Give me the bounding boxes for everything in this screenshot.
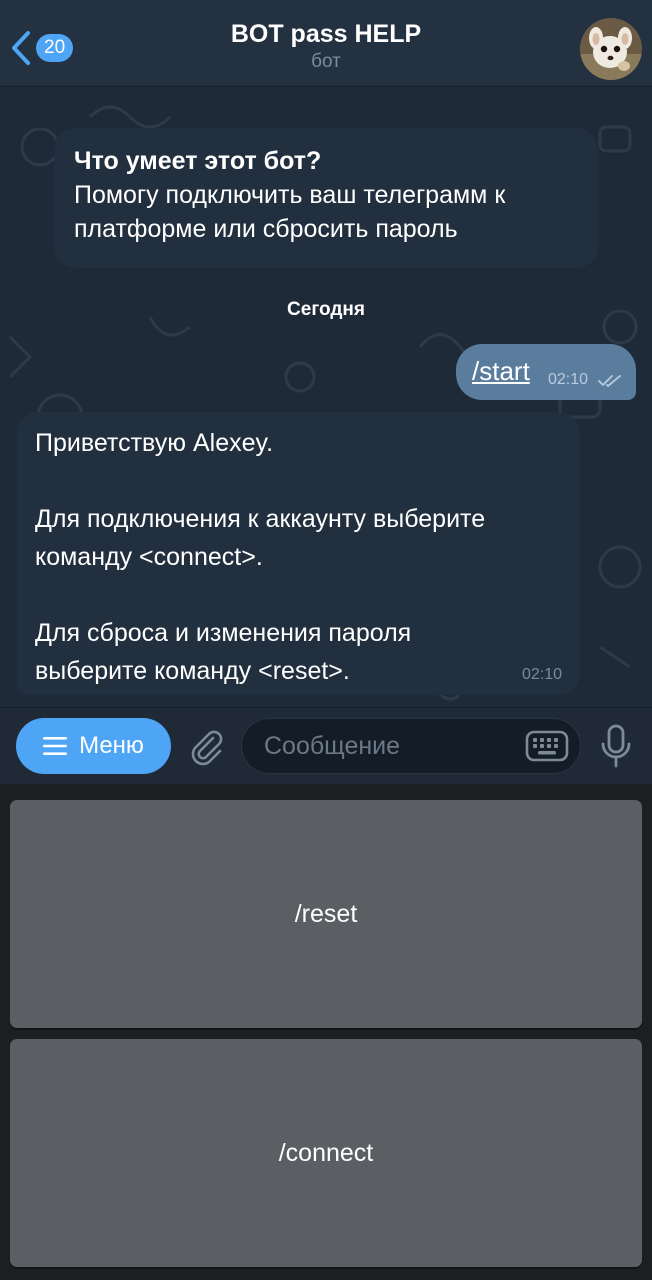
date-separator: Сегодня bbox=[287, 299, 365, 320]
bot-info-card: Что умеет этот бот? Помогу подключить ва… bbox=[54, 128, 598, 268]
chat-title-block[interactable]: BOT pass HELP бот bbox=[140, 18, 512, 74]
paperclip-icon[interactable] bbox=[186, 726, 226, 766]
message-input[interactable] bbox=[264, 729, 514, 763]
dog-avatar-image bbox=[580, 18, 642, 80]
chevron-left-icon bbox=[12, 31, 30, 65]
keyboard-icon[interactable] bbox=[525, 730, 569, 762]
message-line-gap bbox=[35, 462, 562, 500]
message-line: выберите команду <reset>. bbox=[35, 657, 350, 685]
bot-info-title: Что умеет этот бот? bbox=[74, 147, 322, 175]
connect-command-button[interactable]: /connect bbox=[10, 1039, 642, 1267]
microphone-icon[interactable] bbox=[596, 722, 636, 770]
reset-command-button[interactable]: /reset bbox=[10, 800, 642, 1028]
message-list[interactable]: Что умеет этот бот? Помогу подключить ва… bbox=[0, 87, 652, 707]
chat-header: 20 BOT pass HELP бот bbox=[0, 0, 652, 87]
message-field[interactable] bbox=[241, 718, 581, 774]
outgoing-message[interactable]: /start 02:10 bbox=[456, 344, 636, 400]
unread-count-badge: 20 bbox=[36, 34, 74, 62]
back-button[interactable]: 20 bbox=[10, 28, 74, 68]
message-line: Для подключения к аккаунту выберите bbox=[35, 505, 486, 533]
message-time: 02:10 bbox=[548, 371, 589, 388]
chat-title: BOT pass HELP bbox=[230, 20, 422, 48]
bot-info-line: Помогу подключить ваш телеграмм к bbox=[74, 181, 506, 209]
bot-avatar[interactable] bbox=[580, 18, 642, 80]
message-composer: Меню bbox=[0, 707, 652, 784]
message-line: команду <connect>. bbox=[35, 543, 263, 571]
bot-reply-keyboard: /reset /connect bbox=[0, 784, 652, 1280]
bot-menu-label: Меню bbox=[79, 732, 144, 759]
message-time: 02:10 bbox=[521, 666, 562, 683]
telegram-chat-screen: 20 BOT pass HELP бот Что умеет этот бот?… bbox=[0, 0, 652, 1280]
command-link[interactable]: /start bbox=[472, 355, 530, 387]
chat-subtitle: бот bbox=[311, 51, 341, 72]
double-check-icon bbox=[598, 375, 621, 387]
message-line: Приветствую Alexey. bbox=[35, 429, 274, 457]
incoming-message[interactable]: Приветствую Alexey. Для подключения к ак… bbox=[17, 412, 580, 695]
bot-info-line: платформе или сбросить пароль bbox=[74, 215, 458, 243]
message-line: Для сброса и изменения пароля bbox=[35, 619, 412, 647]
hamburger-icon bbox=[43, 737, 68, 755]
bot-menu-button[interactable]: Меню bbox=[16, 718, 171, 774]
message-line-gap bbox=[35, 576, 562, 614]
